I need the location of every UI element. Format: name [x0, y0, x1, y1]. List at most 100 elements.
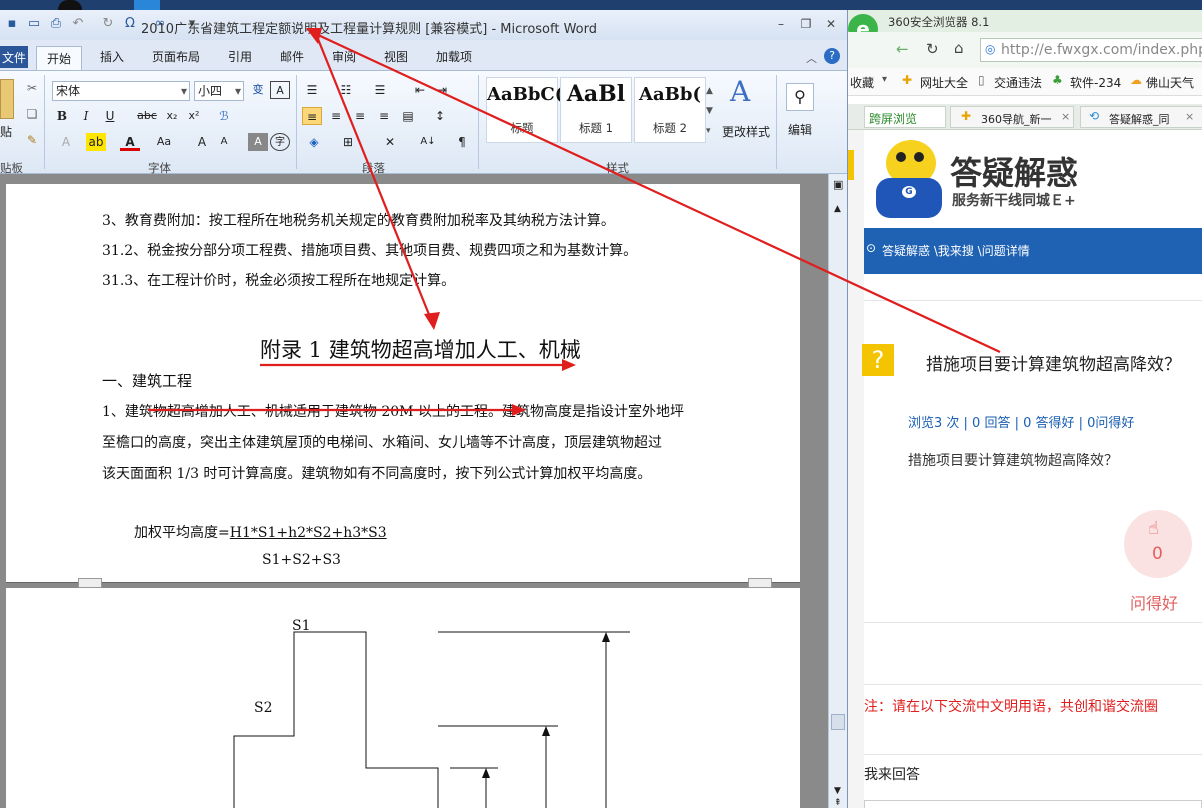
tab-references[interactable]: 引用: [228, 48, 252, 65]
char-shading-button[interactable]: A: [248, 133, 268, 151]
desktop-icon[interactable]: [58, 0, 82, 10]
tab-qa[interactable]: ⟲ 答疑解惑_同 ×: [1080, 106, 1202, 128]
tab-cross-screen[interactable]: 跨屏浏览: [864, 106, 946, 128]
doc-line: 31.2、税金按分部分项工程费、措施项目费、其他项目费、规费四项之和为基数计算。: [102, 243, 638, 259]
arrow-head: [482, 768, 490, 778]
bullets-button[interactable]: ☰: [302, 81, 322, 99]
borders-button[interactable]: ⊞: [338, 133, 358, 151]
align-left-button[interactable]: ≡: [302, 107, 322, 125]
reload-button[interactable]: ↻: [926, 40, 939, 58]
bookmark-favorites[interactable]: 收藏: [850, 74, 874, 91]
chinese-layout-button[interactable]: ✕: [380, 133, 400, 151]
change-styles-label[interactable]: 更改样式: [722, 123, 770, 140]
scroll-thumb[interactable]: [831, 714, 845, 730]
tab-view[interactable]: 视图: [384, 48, 408, 65]
dropdown-icon[interactable]: ▾: [882, 74, 887, 85]
help-icon[interactable]: ?: [824, 48, 840, 64]
site-brand-subtitle: 服务新干线同城Ｅ+: [952, 193, 1076, 209]
styles-scroll-icon[interactable]: ▲ ▼ ▾: [706, 81, 713, 141]
answer-input[interactable]: [864, 800, 1202, 808]
format-painter-icon[interactable]: ✎: [22, 131, 42, 149]
address-bar[interactable]: ◎ http://e.fwxgx.com/index.php: [980, 38, 1202, 62]
formula-denominator: S1+S2+S3: [262, 552, 341, 568]
find-icon[interactable]: ⚲: [786, 83, 814, 111]
distributed-button[interactable]: ▤: [398, 107, 418, 125]
tab-review[interactable]: 审阅: [332, 48, 356, 65]
align-right-button[interactable]: ≡: [350, 107, 370, 125]
text-effects-icon[interactable]: ℬ: [214, 107, 234, 125]
tab-mailings[interactable]: 邮件: [280, 48, 304, 65]
prev-page-icon[interactable]: ⇞: [834, 798, 842, 808]
building-outline: [233, 631, 439, 808]
subscript-button[interactable]: x₂: [162, 107, 182, 125]
tab-insert[interactable]: 插入: [100, 48, 124, 65]
scroll-down-arrow[interactable]: ▼: [834, 786, 841, 796]
italic-button[interactable]: I: [76, 107, 96, 125]
scroll-up-arrow[interactable]: ▲: [834, 204, 841, 214]
copy-icon[interactable]: ❏: [22, 105, 42, 123]
side-tab[interactable]: [848, 150, 854, 180]
cut-icon[interactable]: ✂: [22, 79, 42, 97]
restore-button[interactable]: ❐: [795, 15, 817, 33]
breadcrumb[interactable]: 答疑解惑 \我来搜 \问题详情: [882, 242, 1030, 259]
line-spacing-button[interactable]: ↕: [430, 107, 450, 125]
justify-button[interactable]: ≡: [374, 107, 394, 125]
vertical-scrollbar[interactable]: ▣ ▲ ▼ ⇞: [828, 174, 847, 808]
tab-file[interactable]: 文件: [0, 46, 28, 68]
change-case-button[interactable]: Aa: [154, 133, 174, 151]
style-heading-1[interactable]: AaBl 标题 1: [560, 77, 632, 143]
underline-button[interactable]: U: [100, 107, 120, 125]
sort-button[interactable]: A↓: [418, 133, 438, 151]
site-icon: ✚: [961, 109, 972, 123]
font-color-button[interactable]: A: [120, 133, 140, 151]
bold-button[interactable]: B: [52, 107, 72, 125]
change-styles-icon[interactable]: A: [730, 75, 750, 108]
document-page[interactable]: 3、教育费附加：按工程所在地税务机关规定的教育费附加税率及其纳税方法计算。 31…: [6, 184, 800, 808]
bookmark-link[interactable]: 网址大全: [920, 74, 968, 91]
bookmark-link[interactable]: 交通违法: [994, 74, 1042, 91]
shading-button[interactable]: ◈: [304, 133, 324, 151]
bookmark-link[interactable]: 软件-234: [1070, 74, 1121, 91]
close-tab-icon[interactable]: ×: [1185, 110, 1194, 123]
divider: [864, 754, 1202, 755]
left-gutter: [848, 130, 864, 808]
show-marks-button[interactable]: ¶: [452, 133, 472, 151]
tab-360-nav[interactable]: ✚ 360导航_新一 ×: [950, 106, 1074, 128]
bookmark-link[interactable]: 佛山天气: [1146, 74, 1194, 91]
tab-addins[interactable]: 加载项: [436, 48, 472, 65]
font-name-field[interactable]: 宋体 ▾: [52, 81, 190, 101]
editing-button[interactable]: 编辑: [788, 121, 812, 138]
back-button[interactable]: ←: [896, 40, 909, 58]
font-size-field[interactable]: 小四 ▾: [194, 81, 244, 101]
tab-page-layout[interactable]: 页面布局: [152, 48, 200, 65]
like-button[interactable]: ☝ 0: [1124, 510, 1192, 578]
close-tab-icon[interactable]: ×: [1061, 110, 1070, 123]
shrink-font-button[interactable]: A: [214, 133, 234, 151]
paste-icon[interactable]: [0, 79, 14, 119]
style-heading-2[interactable]: AaBb(标题 2: [634, 77, 706, 143]
increase-indent-button[interactable]: ⇥: [432, 81, 452, 99]
text-effect-button[interactable]: A: [56, 133, 76, 151]
close-button[interactable]: ✕: [820, 15, 842, 33]
ruler-toggle-icon[interactable]: ▣: [833, 178, 843, 191]
numbering-button[interactable]: ☷: [336, 81, 356, 99]
desktop-icon[interactable]: [134, 0, 160, 10]
align-center-button[interactable]: ≡: [326, 107, 346, 125]
superscript-button[interactable]: x²: [184, 107, 204, 125]
highlight-color-button[interactable]: ab: [86, 133, 106, 151]
paste-label[interactable]: 贴: [0, 123, 12, 140]
decrease-indent-button[interactable]: ⇤: [410, 81, 430, 99]
divider: [864, 300, 1202, 301]
collapse-ribbon-icon[interactable]: ︿: [806, 50, 817, 66]
enclose-char-button[interactable]: 字: [270, 133, 290, 151]
home-button[interactable]: ⌂: [954, 39, 964, 57]
minimize-button[interactable]: –: [770, 15, 792, 33]
multilevel-list-button[interactable]: ☰: [370, 81, 390, 99]
strikethrough-button[interactable]: abc: [134, 107, 160, 125]
like-label[interactable]: 问得好: [1130, 590, 1178, 614]
char-border-icon[interactable]: A: [270, 81, 290, 99]
style-heading[interactable]: AaBbC(标题: [486, 77, 563, 143]
phonetic-guide-icon[interactable]: 变: [248, 81, 268, 99]
tab-home[interactable]: 开始: [36, 46, 83, 71]
grow-font-button[interactable]: A: [192, 133, 212, 151]
